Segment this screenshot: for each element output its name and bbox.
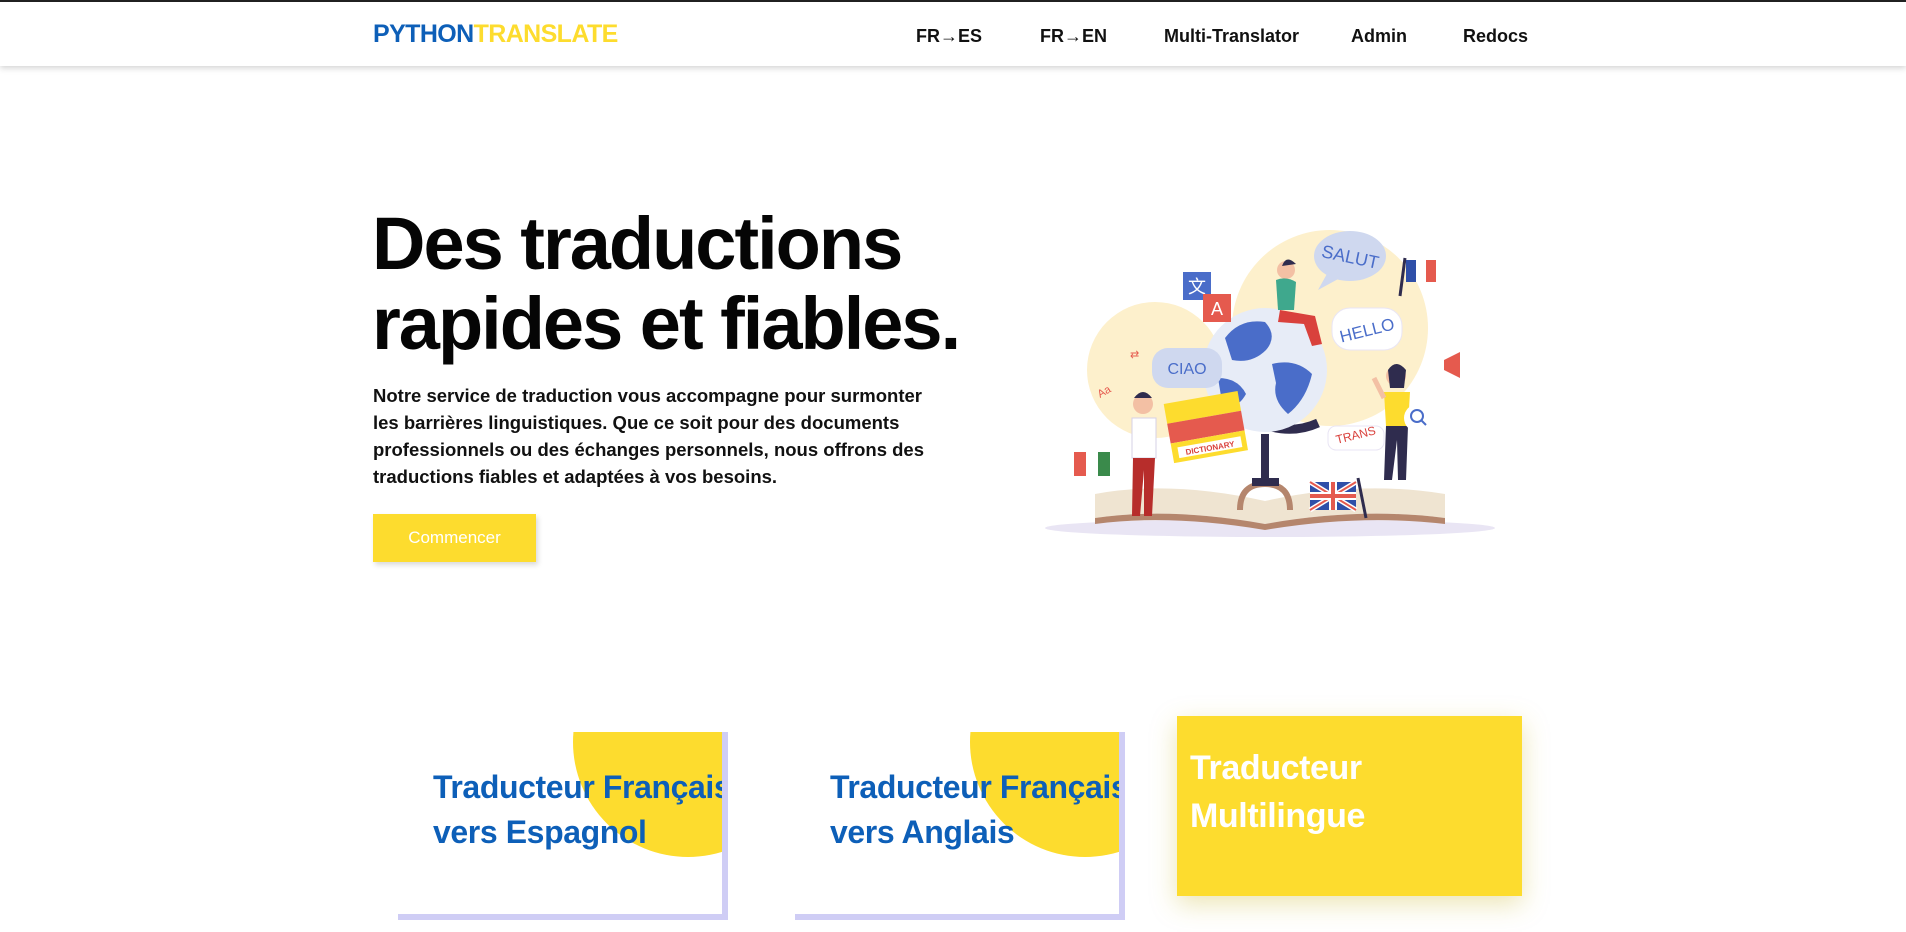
card-fr-en[interactable]: Traducteur Français vers Anglais: [795, 732, 1125, 920]
flag-italy-icon: [1074, 452, 1110, 476]
navbar: PYTHONTRANSLATE FR→ES FR→EN Multi-Transl…: [0, 2, 1906, 66]
card-title-line1: Traducteur Français: [830, 769, 1119, 805]
brand-logo[interactable]: PYTHONTRANSLATE: [373, 20, 618, 49]
card-title-line1: Traducteur: [1190, 749, 1362, 787]
nav-link-fr-es[interactable]: FR→ES: [916, 26, 982, 47]
card-title: Traducteur Français vers Espagnol: [433, 765, 722, 855]
nav-link-redocs[interactable]: Redocs: [1463, 26, 1528, 47]
hero-title: Des traductions rapides et fiables.: [372, 202, 961, 365]
start-button[interactable]: Commencer: [373, 514, 536, 562]
nav-link-admin[interactable]: Admin: [1351, 26, 1407, 47]
megaphone-icon: [1436, 348, 1472, 384]
card-title-line2: vers Espagnol: [433, 814, 647, 850]
svg-text:A: A: [1211, 299, 1223, 319]
hero-illustration: DICTIONARY SALUT HELLO CIAO TRANS 文 A Aa…: [1045, 230, 1495, 537]
card-fr-es[interactable]: Traducteur Français vers Espagnol: [398, 732, 728, 920]
card-multilingual[interactable]: Traducteur Multilingue: [1177, 716, 1522, 896]
hero-title-line1: Des traductions: [372, 202, 903, 285]
svg-text:CIAO: CIAO: [1167, 361, 1206, 378]
speech-bubble-ciao: CIAO: [1152, 348, 1222, 388]
speech-bubble-hello: HELLO: [1331, 307, 1403, 351]
card-title-line2: vers Anglais: [830, 814, 1015, 850]
brand-part-translate: TRANSLATE: [473, 20, 619, 48]
card-title-line2: Multilingue: [1190, 797, 1366, 835]
magnifier-icon: [1404, 404, 1432, 432]
hero-title-line2: rapides et fiables.: [372, 282, 961, 365]
nav-link-fr-en[interactable]: FR→EN: [1040, 26, 1107, 47]
card-face: Traducteur Français vers Espagnol: [398, 732, 722, 914]
nav-link-multi-translator[interactable]: Multi-Translator: [1164, 26, 1299, 47]
svg-text:⇄: ⇄: [1130, 349, 1139, 361]
card-title: Traducteur Français vers Anglais: [830, 765, 1119, 855]
card-title-line1: Traducteur Français: [433, 769, 722, 805]
card-title: Traducteur Multilingue: [1190, 744, 1365, 840]
brand-part-python: PYTHON: [373, 20, 474, 48]
hero-description: Notre service de traduction vous accompa…: [373, 385, 925, 487]
card-face: Traducteur Français vers Anglais: [795, 732, 1119, 914]
speech-bubble-trans: TRANS: [1327, 423, 1385, 451]
